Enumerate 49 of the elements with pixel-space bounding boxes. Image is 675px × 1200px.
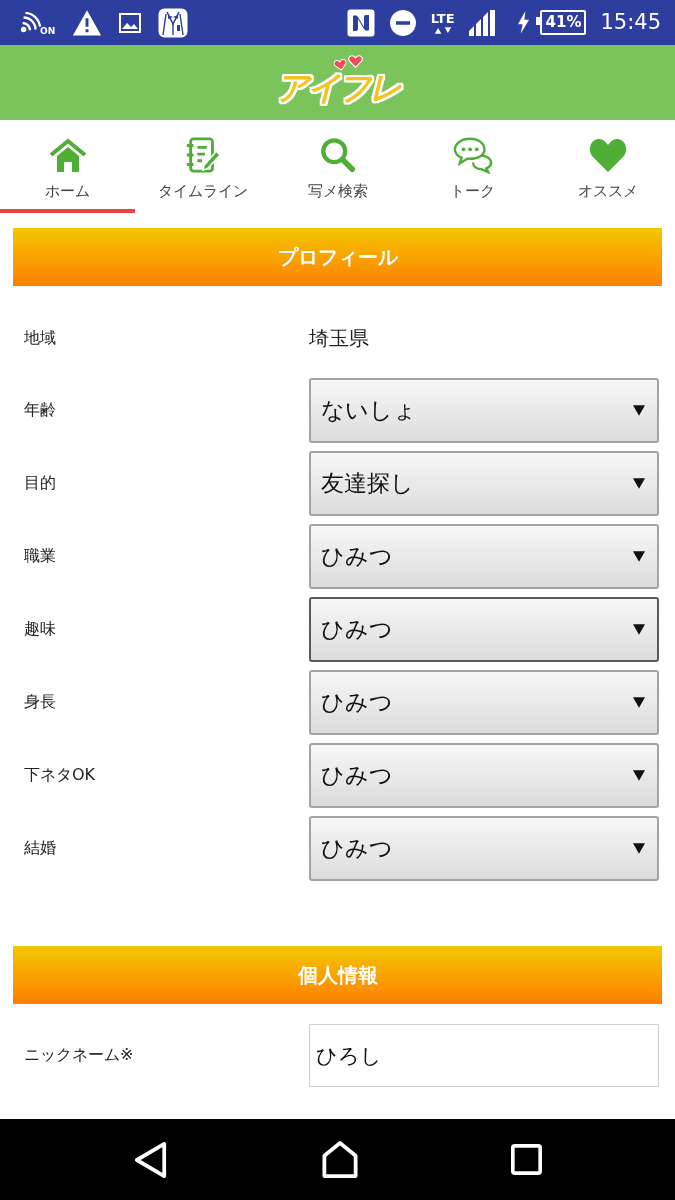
home-icon (47, 136, 88, 174)
caret-icon (633, 697, 645, 708)
signal-icon (468, 9, 495, 36)
caret-icon (633, 405, 645, 416)
caret-icon (633, 770, 645, 781)
dropdown-select[interactable]: ひみつ (309, 670, 659, 735)
field-label: 身長 (23, 692, 56, 713)
dropdown-select[interactable]: ないしょ (309, 378, 659, 443)
dropdown-select[interactable]: ひみつ (309, 743, 659, 808)
warning-icon (72, 9, 103, 36)
caret-icon (633, 551, 645, 562)
dropdown-select[interactable]: ひみつ (309, 524, 659, 589)
field-label: 地域 (23, 327, 56, 349)
nfc-icon (346, 8, 375, 37)
heart-icon (587, 136, 628, 174)
image-icon (119, 12, 142, 33)
charging-bolt-icon (516, 11, 530, 34)
app-logo: アイフレ (274, 71, 401, 106)
data-arrows-icon (433, 26, 452, 34)
back-icon[interactable] (134, 1140, 168, 1179)
speech-bubbles-icon (452, 136, 493, 174)
caret-icon (633, 843, 645, 854)
heart-icon (332, 57, 349, 73)
caret-icon (633, 624, 645, 635)
field-label: 趣味 (23, 619, 56, 640)
field-label: ニックネーム※ (23, 1045, 134, 1066)
field-label: 結婚 (23, 838, 56, 859)
field-label: 目的 (23, 473, 56, 494)
section-header: プロフィール (13, 228, 662, 286)
heart-icon (348, 55, 363, 69)
network-label: LTE (430, 11, 455, 25)
field-value: 埼玉県 (309, 324, 369, 352)
tuxedo-icon (158, 7, 189, 38)
field-label: 下ネタOK (23, 765, 96, 786)
do-not-disturb-icon (388, 8, 417, 37)
field-label: 職業 (23, 546, 56, 567)
input-field[interactable]: ひろし (309, 1024, 659, 1087)
field-label: 年齢 (23, 400, 56, 421)
dropdown-select[interactable]: 友達探し (309, 451, 659, 516)
dropdown-select[interactable]: ひみつ (309, 816, 659, 881)
section-header: 個人情報 (13, 946, 662, 1004)
signal-waves-icon (19, 11, 41, 34)
status-label: ON (40, 26, 56, 36)
dropdown-select[interactable]: ひみつ (309, 597, 659, 662)
battery-indicator: 41% (539, 10, 587, 35)
recent-apps-icon[interactable] (511, 1144, 542, 1175)
home-icon[interactable] (321, 1140, 358, 1179)
status-time: 15:45 (600, 12, 661, 33)
caret-icon (633, 478, 645, 489)
